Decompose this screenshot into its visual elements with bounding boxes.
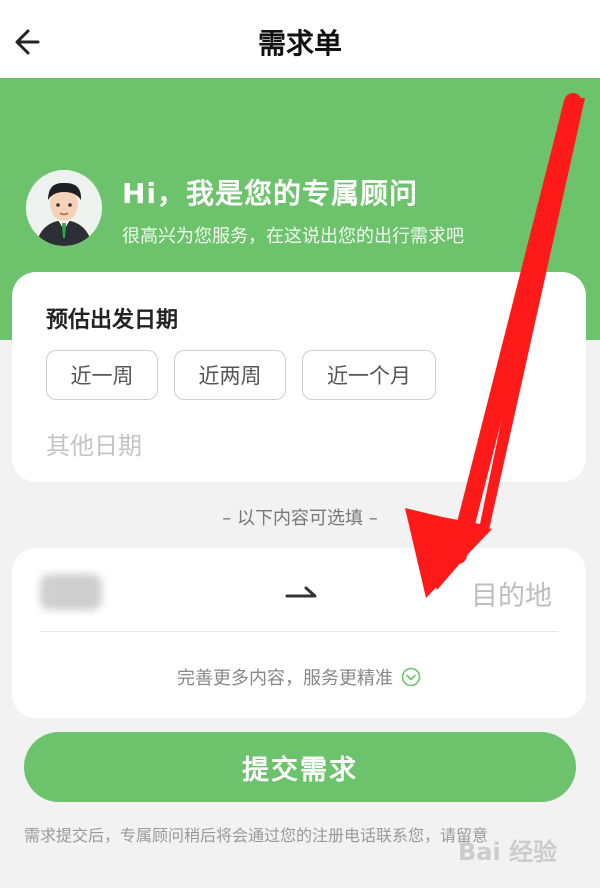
more-content-toggle[interactable]: 完善更多内容，服务更精准 <box>12 664 586 690</box>
baidu-watermark: Bai 经验 <box>458 838 558 866</box>
departure-date-card: 预估出发日期 近一周 近两周 近一个月 其他日期 <box>12 272 586 482</box>
date-section-title: 预估出发日期 <box>46 308 179 333</box>
date-option-one-month[interactable]: 近一个月 <box>302 350 436 400</box>
submit-button[interactable]: 提交需求 <box>24 732 576 802</box>
destination-input[interactable]: 目的地 <box>471 574 552 613</box>
optional-note: – 以下内容可选填 – <box>222 508 378 529</box>
date-option-one-week[interactable]: 近一周 <box>46 350 158 400</box>
more-content-label: 完善更多内容，服务更精准 <box>177 668 393 689</box>
date-option-two-weeks[interactable]: 近两周 <box>174 350 286 400</box>
route-card: 目的地 完善更多内容，服务更精准 <box>12 548 586 718</box>
advisor-avatar <box>26 170 102 246</box>
origin-field[interactable] <box>40 574 102 610</box>
app-header: 需求单 <box>0 0 600 78</box>
chevron-down-circle-icon <box>401 667 421 687</box>
route-divider <box>40 631 558 632</box>
advisor-subtext: 很高兴为您服务，在这说出您的出行需求吧 <box>122 226 464 247</box>
page-title: 需求单 <box>257 27 342 60</box>
other-date-input[interactable]: 其他日期 <box>46 426 142 461</box>
advisor-greeting: Hi，我是您的专属顾问 <box>122 177 419 210</box>
swap-arrow-icon[interactable] <box>282 580 322 604</box>
